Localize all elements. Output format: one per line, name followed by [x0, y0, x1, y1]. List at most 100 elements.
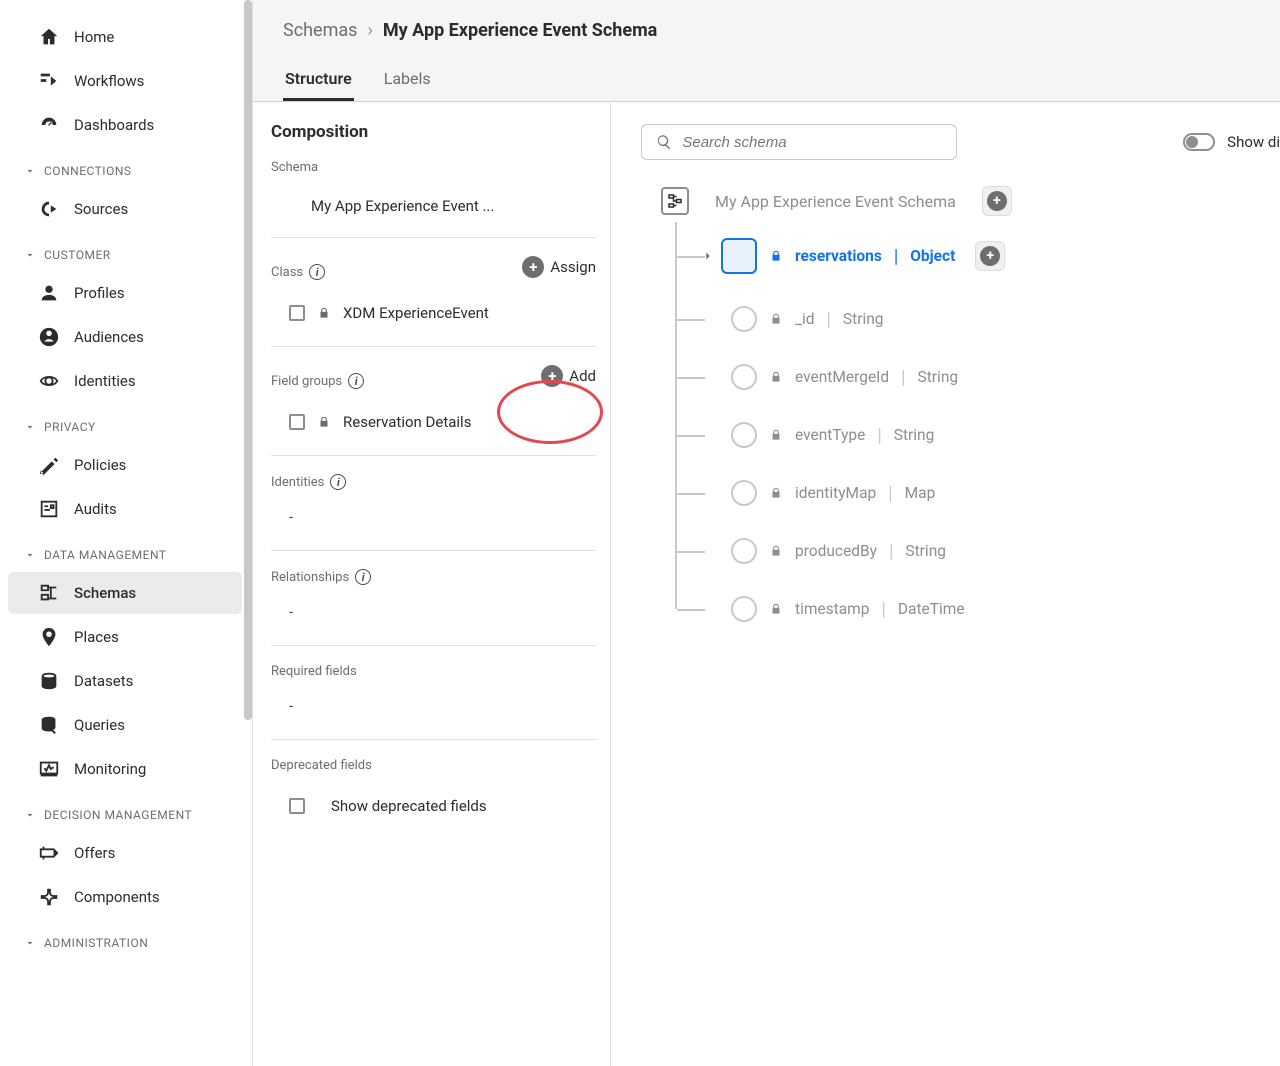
- nav-label: Dashboards: [74, 116, 154, 134]
- schema-name[interactable]: My App Experience Event ...: [271, 183, 596, 229]
- class-label: Class i: [271, 264, 325, 280]
- nav-label: Places: [74, 628, 119, 646]
- section-label: PRIVACY: [44, 420, 96, 434]
- chevron-right-icon[interactable]: [701, 249, 715, 263]
- schema-root-icon: [661, 187, 689, 215]
- identities-empty: -: [271, 498, 596, 542]
- info-icon[interactable]: i: [330, 474, 346, 490]
- nav-schemas[interactable]: Schemas: [8, 572, 242, 614]
- info-icon[interactable]: i: [309, 264, 325, 280]
- divider: [271, 739, 596, 740]
- field-producedby[interactable]: producedBy | String: [675, 522, 1280, 580]
- nav-datasets[interactable]: Datasets: [8, 660, 242, 702]
- workflows-icon: [38, 70, 60, 92]
- divider: [271, 346, 596, 347]
- checkbox[interactable]: [289, 414, 305, 430]
- field-icon: [731, 364, 757, 390]
- add-child-field-button[interactable]: +: [975, 241, 1005, 271]
- field-id[interactable]: _id | String: [675, 290, 1280, 348]
- field-reservations[interactable]: reservations | Object +: [675, 222, 1280, 290]
- nav-audits[interactable]: Audits: [8, 488, 242, 530]
- breadcrumb-root[interactable]: Schemas: [283, 20, 357, 41]
- nav-label: Home: [74, 28, 114, 46]
- search-schema[interactable]: [641, 124, 957, 160]
- breadcrumb: Schemas › My App Experience Event Schema: [253, 0, 1280, 41]
- field-name: eventMergeId: [795, 368, 889, 386]
- composition-panel: Composition Schema My App Experience Eve…: [253, 102, 611, 1066]
- field-name: eventType: [795, 426, 865, 444]
- field-icon: [731, 538, 757, 564]
- info-icon[interactable]: i: [355, 569, 371, 585]
- field-type: Object: [910, 247, 955, 265]
- tab-structure[interactable]: Structure: [283, 59, 354, 101]
- nav-identities[interactable]: Identities: [8, 360, 242, 402]
- class-item[interactable]: XDM ExperienceEvent: [271, 288, 596, 338]
- lock-icon: [769, 370, 783, 384]
- breadcrumb-current: My App Experience Event Schema: [383, 20, 657, 41]
- audits-icon: [38, 498, 60, 520]
- main: Schemas › My App Experience Event Schema…: [253, 0, 1280, 1066]
- nav-label: Audiences: [74, 328, 144, 346]
- nav-monitoring[interactable]: Monitoring: [8, 748, 242, 790]
- separator: |: [877, 425, 881, 446]
- nav-label: Monitoring: [74, 760, 146, 778]
- field-type: String: [905, 542, 946, 560]
- fieldgroup-item[interactable]: Reservation Details: [271, 397, 596, 447]
- places-icon: [38, 626, 60, 648]
- nav-label: Policies: [74, 456, 126, 474]
- assign-button[interactable]: + Assign: [522, 256, 596, 278]
- field-eventmergeid[interactable]: eventMergeId | String: [675, 348, 1280, 406]
- nav-offers[interactable]: Offers: [8, 832, 242, 874]
- nav-audiences[interactable]: Audiences: [8, 316, 242, 358]
- toggle[interactable]: [1183, 133, 1215, 151]
- checkbox[interactable]: [289, 305, 305, 321]
- section-decision-management[interactable]: DECISION MANAGEMENT: [0, 792, 252, 830]
- home-icon: [38, 26, 60, 48]
- checkbox[interactable]: [289, 798, 305, 814]
- section-data-management[interactable]: DATA MANAGEMENT: [0, 532, 252, 570]
- plus-icon: +: [522, 256, 544, 278]
- nav-policies[interactable]: Policies: [8, 444, 242, 486]
- relationships-label: Relationships i: [271, 569, 596, 585]
- nav-dashboards[interactable]: Dashboards: [8, 104, 242, 146]
- section-privacy[interactable]: PRIVACY: [0, 404, 252, 442]
- nav-sources[interactable]: Sources: [8, 188, 242, 230]
- section-customer[interactable]: CUSTOMER: [0, 232, 252, 270]
- section-administration[interactable]: ADMINISTRATION: [0, 920, 252, 958]
- separator: |: [881, 599, 885, 620]
- tab-labels[interactable]: Labels: [382, 59, 433, 101]
- add-fieldgroup-button[interactable]: + Add: [541, 365, 596, 387]
- nav-queries[interactable]: Queries: [8, 704, 242, 746]
- nav-label: Datasets: [74, 672, 133, 690]
- nav-places[interactable]: Places: [8, 616, 242, 658]
- field-eventtype[interactable]: eventType | String: [675, 406, 1280, 464]
- add-field-button[interactable]: +: [982, 186, 1012, 216]
- composition-title: Composition: [271, 122, 596, 142]
- field-timestamp[interactable]: timestamp | DateTime: [675, 580, 1280, 638]
- chevron-down-icon: [24, 421, 36, 433]
- lock-icon: [317, 306, 331, 320]
- field-identitymap[interactable]: identityMap | Map: [675, 464, 1280, 522]
- schema-tree: My App Experience Event Schema + reserva…: [641, 186, 1280, 638]
- tree-root[interactable]: My App Experience Event Schema +: [661, 186, 1280, 216]
- divider: [271, 550, 596, 551]
- separator: |: [901, 367, 905, 388]
- show-deprecated-row[interactable]: Show deprecated fields: [271, 781, 596, 831]
- required-fields-label: Required fields: [271, 664, 596, 679]
- field-icon: [731, 306, 757, 332]
- schemas-icon: [38, 582, 60, 604]
- plus-icon: +: [987, 191, 1007, 211]
- canvas-toolbar: Show di: [641, 124, 1280, 160]
- nav-home[interactable]: Home: [8, 16, 242, 58]
- dashboards-icon: [38, 114, 60, 136]
- field-icon: [731, 480, 757, 506]
- nav-workflows[interactable]: Workflows: [8, 60, 242, 102]
- nav-components[interactable]: Components: [8, 876, 242, 918]
- identities-icon: [38, 370, 60, 392]
- section-connections[interactable]: CONNECTIONS: [0, 148, 252, 186]
- section-label: ADMINISTRATION: [44, 936, 148, 950]
- info-icon[interactable]: i: [348, 373, 364, 389]
- nav-profiles[interactable]: Profiles: [8, 272, 242, 314]
- search-input[interactable]: [682, 134, 942, 151]
- divider: [271, 455, 596, 456]
